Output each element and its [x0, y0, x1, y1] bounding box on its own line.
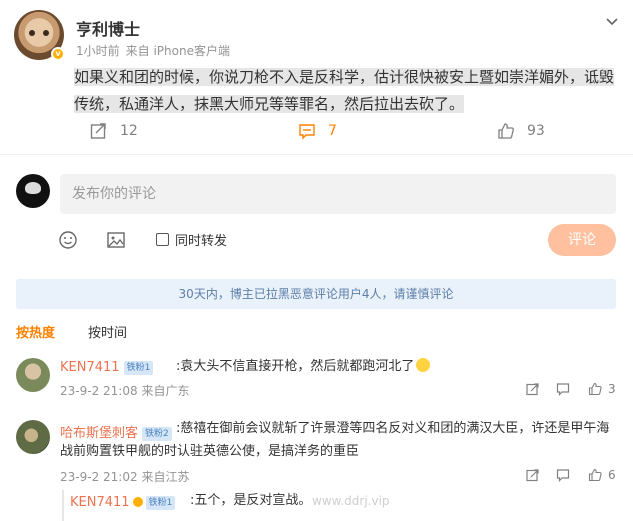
fan-badge: 铁粉1 — [123, 361, 154, 375]
comment-time: 23-9-2 21:08 — [60, 384, 138, 398]
thumbs-up-icon — [588, 382, 602, 396]
repost-icon[interactable] — [526, 468, 540, 482]
repost-icon[interactable] — [526, 382, 540, 396]
fan-badge: 铁粉1 — [145, 496, 176, 510]
tab-time[interactable]: 按时间 — [88, 322, 127, 341]
comment-username[interactable]: 哈布斯堡刺客 铁粉2 — [60, 422, 172, 441]
divider — [0, 154, 633, 155]
reply-text: :五个，是反对宣战。 — [190, 493, 312, 508]
post-header: v 亨利博士 1小时前 来自 iPhone客户端 — [14, 10, 624, 62]
verified-badge-icon — [131, 496, 144, 508]
watermark: www.ddrj.vip — [312, 494, 390, 508]
comment-like-button[interactable]: 6 — [588, 468, 616, 482]
repost-checkbox-label: 同时转发 — [175, 234, 228, 249]
comment-icon[interactable] — [556, 382, 570, 396]
laugh-emoji-icon — [416, 358, 431, 372]
reply-username[interactable]: KEN7411 铁粉1 — [70, 494, 176, 510]
tab-hot[interactable]: 按热度 — [16, 322, 55, 341]
comment-text-line-2: 战前购置铁甲舰的时认驻英德公使，是搞洋务的重臣 — [60, 444, 360, 459]
verified-badge-icon: v — [51, 47, 65, 61]
author-name[interactable]: 亨利博士 — [76, 16, 140, 40]
post-text-line-2: 传统，私通洋人，抹黑大师兄等等罪名，然后拉出去砍了。 — [74, 95, 465, 113]
comment-location: 来自江苏 — [141, 470, 190, 484]
comment-like-count: 6 — [608, 468, 616, 482]
submit-comment-button[interactable]: 评论 — [548, 224, 616, 256]
image-icon[interactable] — [106, 230, 126, 250]
thumbs-up-icon — [588, 468, 602, 482]
repost-icon — [90, 123, 106, 139]
thumbs-up-icon — [498, 123, 514, 139]
like-button[interactable]: 93 — [497, 122, 545, 140]
comment-button[interactable]: 7 — [298, 122, 337, 140]
comment-time: 23-9-2 21:02 — [60, 470, 138, 484]
comment-count: 7 — [328, 123, 337, 139]
comment-meta: 23-9-2 21:08 来自广东 — [60, 382, 189, 399]
like-count: 93 — [527, 123, 545, 139]
post-meta: 1小时前 来自 iPhone客户端 — [76, 42, 230, 59]
repost-checkbox[interactable]: 同时转发 — [156, 230, 227, 249]
repost-button[interactable]: 12 — [90, 122, 138, 140]
comment-icon[interactable] — [556, 468, 570, 482]
checkbox[interactable] — [156, 233, 169, 246]
comment-text: :袁大头不信直接开枪，然后就都跑河北了 — [176, 356, 431, 378]
post-action-bar: 12 7 93 — [0, 118, 633, 148]
commenter-avatar[interactable] — [16, 420, 50, 454]
comment-icon — [299, 124, 315, 140]
post-text-line-1: 如果义和团的时候，你说刀枪不入是反科学，估计很快被安上暨如崇洋媚外，诋毁 — [74, 68, 615, 86]
comment-like-button[interactable]: 3 — [588, 382, 616, 396]
post-text: 如果义和团的时候，你说刀枪不入是反科学，估计很快被安上暨如崇洋媚外，诋毁 传统，… — [74, 64, 620, 118]
post-time[interactable]: 1小时前 — [76, 44, 120, 58]
commenter-avatar[interactable] — [16, 358, 50, 392]
post-source: 来自 iPhone客户端 — [125, 44, 230, 58]
chevron-down-icon[interactable] — [604, 14, 620, 30]
repost-count: 12 — [120, 123, 138, 139]
comment-meta: 23-9-2 21:02 来自江苏 — [60, 468, 189, 485]
my-avatar — [16, 174, 50, 208]
emoji-icon[interactable] — [58, 230, 78, 250]
comment-username[interactable]: KEN7411 铁粉1 — [60, 360, 154, 375]
comment-like-count: 3 — [608, 382, 616, 396]
fan-badge: 铁粉2 — [142, 427, 172, 441]
comment-location: 来自广东 — [141, 384, 190, 398]
comment-input[interactable]: 发布你的评论 — [60, 174, 616, 214]
comment-text: :慈禧在御前会议就斩了许景澄等四名反对义和团的满汉大臣，许还是甲午海 — [176, 421, 610, 436]
blocked-users-notice: 30天内，博主已拉黑恶意评论用户4人，请谨慎评论 — [16, 279, 616, 309]
